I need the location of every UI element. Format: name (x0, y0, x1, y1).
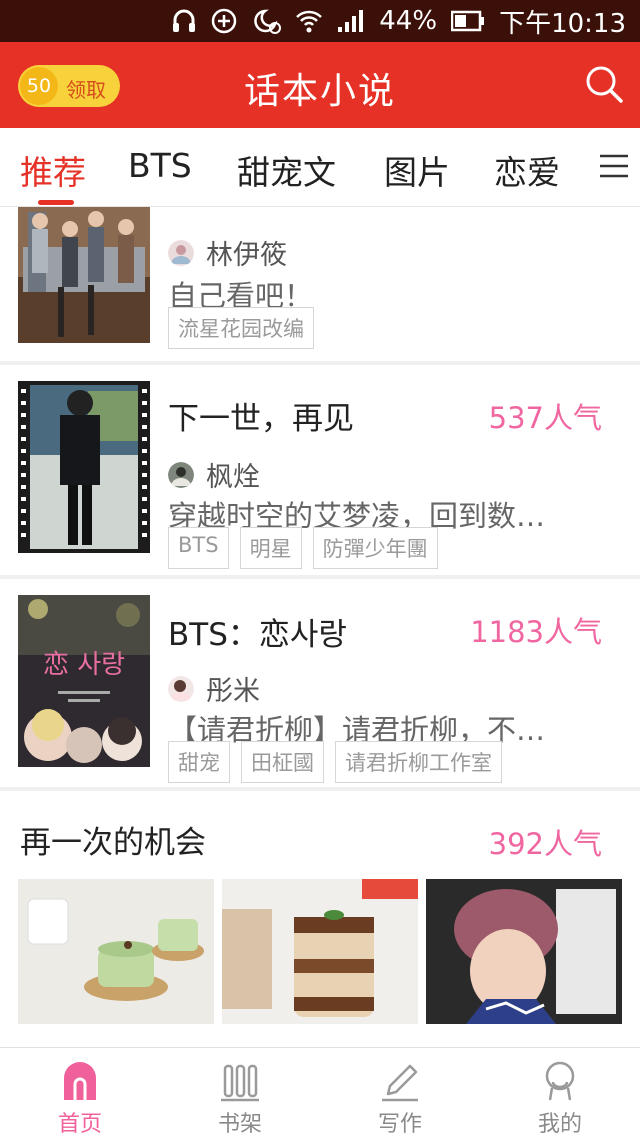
nav-bookshelf-label: 书架 (217, 1112, 262, 1137)
tab-sweet[interactable]: 甜宠文 (237, 146, 336, 194)
nav-write-label: 写作 (377, 1112, 422, 1137)
popularity-count: 537人气 (488, 401, 602, 435)
battery-icon (451, 10, 485, 32)
nav-profile-label: 我的 (537, 1112, 582, 1137)
signal-icon (338, 10, 364, 32)
nav-write[interactable]: 写作 (320, 1048, 480, 1139)
active-tab-indicator (38, 200, 74, 205)
author-avatar (168, 461, 194, 488)
tab-recommended[interactable]: 推荐 (20, 146, 86, 194)
feed-list: 林伊筱 自己看吧！ 流星花园改编 下一世，再见 537人气 枫烇 穿越时空的艾梦… (0, 207, 640, 1047)
popularity-count: 392人气 (488, 827, 602, 861)
tab-images[interactable]: 图片 (384, 146, 450, 194)
popularity-count: 1183人气 (470, 615, 602, 649)
book-cover-image: 恋 사랑 (18, 595, 150, 767)
pencil-icon (382, 1064, 418, 1102)
post-image[interactable] (222, 879, 418, 1024)
app-header: 50 领取 话本小说 (0, 42, 640, 128)
author-name: 彤米 (206, 676, 260, 707)
bookshelf-icon (221, 1064, 259, 1102)
moon-alarm-icon (254, 9, 282, 34)
tag[interactable]: 甜宠 (168, 741, 230, 783)
book-cover-image (18, 207, 150, 343)
category-tabs: 推荐 BTS 甜宠文 图片 恋爱 (0, 128, 640, 207)
author-avatar (168, 675, 194, 702)
status-bar: 44% 下午10:13 (0, 0, 640, 42)
nav-home-label: 首页 (57, 1112, 102, 1137)
bottom-navigation: 首页 书架 写作 我的 (0, 1047, 640, 1139)
wifi-icon (296, 10, 323, 33)
menu-icon[interactable] (598, 150, 630, 182)
author-row: 枫烇 (168, 455, 260, 494)
author-name: 枫烇 (206, 462, 260, 493)
profile-icon (545, 1061, 575, 1101)
clock: 下午10:13 (499, 8, 626, 39)
headphones-icon (173, 9, 196, 32)
tag[interactable]: 请君折柳工作室 (335, 741, 502, 783)
book-card[interactable]: 恋 사랑 BTS：恋사랑 1183人气 彤米 【请君折柳】请君折柳，不… 甜宠 … (0, 579, 640, 787)
tag[interactable]: 明星 (239, 527, 302, 569)
book-card[interactable]: 下一世，再见 537人气 枫烇 穿越时空的艾梦凌，回到数… BTS 明星 防彈少… (0, 365, 640, 575)
book-title: 下一世，再见 (168, 401, 354, 437)
tag[interactable]: 流星花园改编 (168, 307, 314, 349)
cover-title-art: 恋 사랑 (43, 650, 125, 680)
post-image[interactable] (426, 879, 622, 1024)
nav-home[interactable]: 首页 (0, 1048, 160, 1139)
post-image[interactable] (18, 879, 214, 1024)
author-row: 林伊筱 (168, 233, 287, 272)
tag-list: 流星花园改编 (168, 307, 314, 349)
author-row: 彤米 (168, 669, 260, 708)
book-card[interactable]: 林伊筱 自己看吧！ 流星花园改编 (0, 207, 640, 361)
tab-bts[interactable]: BTS (128, 146, 192, 185)
tag[interactable]: BTS (168, 527, 229, 569)
book-cover-image (18, 381, 150, 553)
tag-list: 甜宠 田柾國 请君折柳工作室 (168, 741, 502, 783)
home-icon (64, 1062, 96, 1100)
tag-list: BTS 明星 防彈少年團 (168, 527, 438, 569)
add-circle-icon (212, 8, 237, 34)
tab-romance[interactable]: 恋爱 (494, 146, 560, 194)
image-post-card[interactable]: 再一次的机会 392人气 (0, 791, 640, 1047)
nav-profile[interactable]: 我的 (480, 1048, 640, 1139)
battery-percent: 44% (379, 6, 438, 36)
search-icon[interactable] (584, 64, 624, 104)
post-title: 再一次的机会 (20, 825, 206, 861)
tag[interactable]: 田柾國 (241, 741, 324, 783)
author-avatar (168, 239, 194, 266)
tag[interactable]: 防彈少年團 (312, 527, 438, 569)
author-name: 林伊筱 (206, 240, 287, 271)
nav-bookshelf[interactable]: 书架 (160, 1048, 320, 1139)
app-title: 话本小说 (243, 71, 396, 112)
book-title: BTS：恋사랑 (168, 617, 347, 653)
